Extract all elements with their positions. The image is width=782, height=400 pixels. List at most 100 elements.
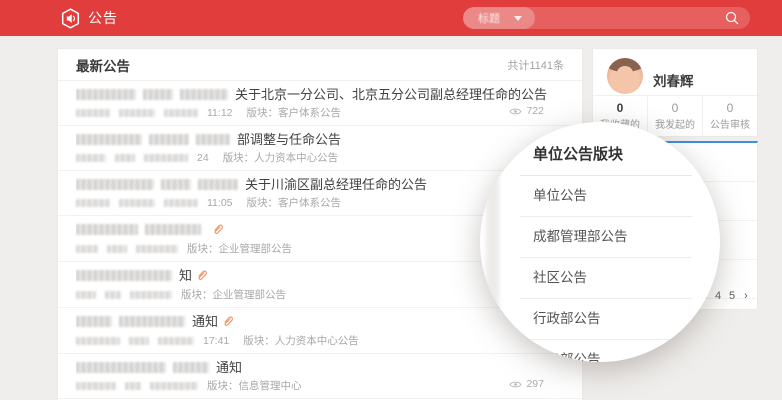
page-5[interactable]: 5	[728, 290, 736, 302]
redacted-text	[76, 224, 138, 235]
item-title-text: 通知	[192, 314, 218, 329]
item-time: 11:05	[207, 197, 233, 209]
redacted-text	[76, 109, 110, 117]
board-item[interactable]: 社区公告	[520, 258, 692, 299]
redacted-text	[145, 224, 201, 235]
item-time: 24	[197, 152, 209, 164]
redacted-text	[164, 199, 198, 207]
item-time: 11:12	[207, 107, 233, 119]
item-time: 17:41	[203, 335, 229, 347]
redacted-text	[196, 134, 230, 145]
board-item[interactable]: 单位公告	[520, 176, 692, 217]
redacted-text	[158, 337, 194, 345]
redacted-text	[115, 154, 135, 162]
redacted-text	[125, 382, 141, 390]
paperclip-icon	[196, 269, 207, 281]
view-count: 722	[509, 105, 544, 117]
redacted-text	[76, 337, 120, 345]
item-meta-line: 11:12版块：客户体系公告	[76, 107, 564, 119]
item-board-label: 版块：人力资本中心公告	[223, 152, 339, 164]
search-icon[interactable]	[725, 11, 739, 30]
redacted-text	[136, 245, 178, 253]
redacted-text	[76, 316, 112, 327]
lens-card-gap	[486, 166, 499, 318]
item-board-label: 版块：企业管理部公告	[181, 289, 286, 301]
announcement-logo-icon	[61, 8, 80, 29]
board-panel-title: 单位公告版块	[520, 134, 692, 176]
attachment-icon	[196, 269, 207, 285]
redacted-text	[76, 154, 106, 162]
panel-header: 最新公告 共计1141条	[58, 49, 582, 81]
magnifier-lens: 单位公告版块 单位公告成都管理部公告社区公告行政部公告财务部公告	[480, 122, 720, 362]
item-title-line: 关于北京一分公司、北京五分公司副总经理任命的公告	[76, 87, 564, 103]
redacted-text	[76, 382, 116, 390]
stat-label: 我发起的	[648, 116, 702, 131]
item-title-line: 通知	[76, 360, 564, 376]
list-item[interactable]: 通知版块：信息管理中心 297	[58, 354, 582, 399]
chevron-down-icon	[514, 16, 522, 21]
redacted-text	[119, 316, 185, 327]
item-title-text: 部调整与任命公告	[237, 132, 341, 147]
stat-我发起的[interactable]: 0我发起的	[647, 96, 702, 136]
search-filter-label: 标题	[478, 10, 500, 26]
avatar[interactable]	[607, 58, 643, 94]
page-4[interactable]: 4	[714, 290, 722, 302]
search-bar[interactable]: 标题	[463, 7, 750, 29]
paperclip-icon	[222, 315, 233, 327]
board-item[interactable]: 行政部公告	[520, 299, 692, 340]
total-count: 共计1141条	[507, 57, 564, 73]
app-title: 公告	[88, 8, 118, 28]
stat-value: 0	[703, 101, 757, 115]
item-title-text: 关于北京一分公司、北京五分公司副总经理任命的公告	[235, 87, 547, 102]
redacted-text	[76, 291, 96, 299]
redacted-text	[107, 245, 127, 253]
redacted-text	[76, 245, 98, 253]
item-title-text: 关于川渝区副总经理任命的公告	[245, 177, 427, 192]
eye-icon	[509, 380, 522, 389]
item-meta-line: 17:41 版块：人力资本中心公告	[76, 335, 564, 347]
redacted-text	[76, 134, 142, 145]
top-header: 公告 标题	[0, 0, 782, 36]
redacted-text	[76, 89, 136, 100]
board-item[interactable]: 成都管理部公告	[520, 217, 692, 258]
next-page-icon[interactable]: ›	[742, 290, 750, 302]
item-title-text: 知	[179, 268, 192, 283]
stat-value: 0	[648, 101, 702, 115]
board-items: 单位公告成都管理部公告社区公告行政部公告财务部公告	[520, 176, 692, 362]
panel-title: 最新公告	[76, 55, 130, 75]
view-count: 297	[509, 378, 544, 390]
brand: 公告	[61, 0, 118, 36]
list-item[interactable]: 部调整与任命公告 24 版块：人力资本中心公告	[58, 126, 582, 171]
item-board-label: 版块：信息管理中心	[207, 380, 302, 392]
redacted-text	[119, 109, 155, 117]
redacted-text	[76, 199, 110, 207]
view-count-value: 297	[526, 378, 544, 390]
redacted-text	[198, 179, 238, 190]
page: 公告 标题 最新公告 共计1141条 关于北京一分公司、北京五分公司副总经理任命…	[0, 0, 782, 400]
item-meta-line: 版块：信息管理中心	[76, 380, 564, 392]
view-count-value: 722	[526, 105, 544, 117]
list-item[interactable]: 通知 17:41 版块：人力资本中心公告	[58, 308, 582, 354]
attachment-icon	[212, 223, 223, 239]
paperclip-icon	[212, 223, 223, 235]
item-board-label: 版块：人力资本中心公告	[243, 335, 359, 347]
redacted-text	[164, 109, 198, 117]
redacted-text	[173, 362, 209, 373]
redacted-text	[119, 199, 155, 207]
item-title-text: 通知	[216, 360, 242, 375]
search-filter-dropdown[interactable]: 标题	[463, 7, 535, 29]
redacted-text	[129, 337, 149, 345]
board-item[interactable]: 财务部公告	[520, 340, 692, 362]
board-list-zoomed: 单位公告版块 单位公告成都管理部公告社区公告行政部公告财务部公告	[520, 134, 692, 362]
redacted-text	[161, 179, 191, 190]
redacted-text	[76, 179, 154, 190]
list-item[interactable]: 关于北京一分公司、北京五分公司副总经理任命的公告 11:12版块：客户体系公告72…	[58, 81, 582, 126]
stat-公告审核[interactable]: 0公告审核	[702, 96, 757, 136]
redacted-text	[149, 134, 189, 145]
redacted-text	[105, 291, 121, 299]
redacted-text	[144, 154, 188, 162]
redacted-text	[76, 362, 166, 373]
redacted-text	[150, 382, 198, 390]
redacted-text	[130, 291, 172, 299]
stat-value: 0	[593, 101, 647, 115]
